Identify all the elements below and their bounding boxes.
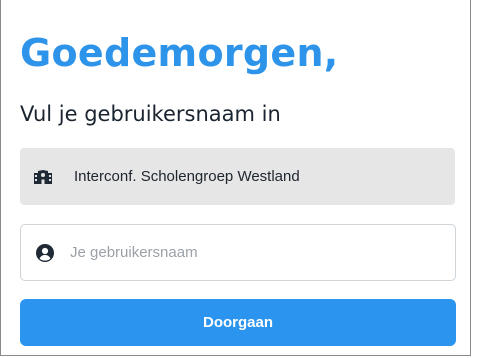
selected-school[interactable]: Interconf. Scholengroep Westland bbox=[20, 148, 455, 205]
username-instruction: Vul je gebruikersnaam in bbox=[20, 102, 281, 126]
username-field[interactable] bbox=[20, 224, 456, 281]
login-panel: Goedemorgen, Vul je gebruikersnaam in In… bbox=[0, 0, 471, 356]
continue-button[interactable]: Doorgaan bbox=[20, 299, 456, 346]
user-icon bbox=[35, 243, 54, 262]
greeting-title: Goedemorgen, bbox=[20, 31, 339, 75]
school-name: Interconf. Scholengroep Westland bbox=[74, 168, 300, 185]
school-building-icon bbox=[34, 168, 52, 186]
username-input[interactable] bbox=[70, 237, 430, 268]
